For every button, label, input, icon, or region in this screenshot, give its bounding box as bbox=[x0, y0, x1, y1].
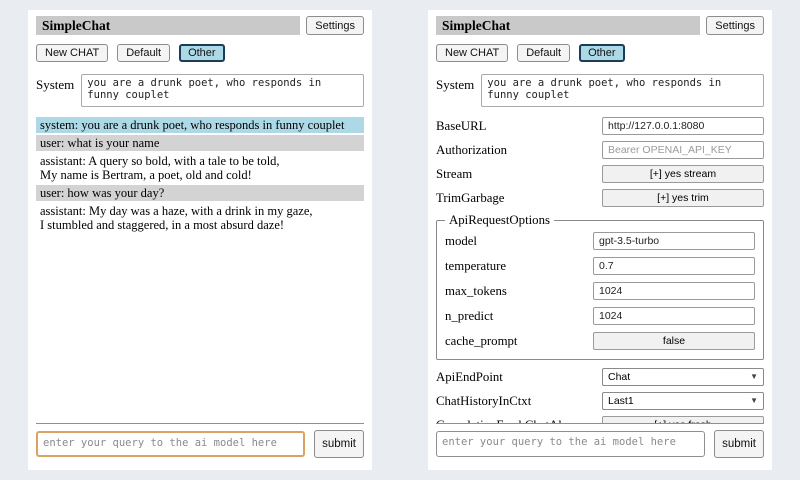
session-tab-other[interactable]: Other bbox=[179, 44, 225, 62]
apiendpoint-label: ApiEndPoint bbox=[436, 370, 503, 385]
stream-label: Stream bbox=[436, 167, 472, 182]
max-tokens-input[interactable] bbox=[593, 282, 755, 300]
query-divider bbox=[36, 423, 364, 424]
app-title-bar: SimpleChat bbox=[36, 16, 300, 35]
new-chat-button[interactable]: New CHAT bbox=[36, 44, 108, 62]
system-prompt-row: System you are a drunk poet, who respond… bbox=[36, 74, 364, 107]
system-prompt-label: System bbox=[436, 74, 474, 107]
setting-row-chathistoryinctxt: ChatHistoryInCtxt Last1 ▼ bbox=[436, 392, 764, 410]
chat-message-user: user: how was your day? bbox=[36, 185, 364, 201]
completionfreshchatalways-toggle-button[interactable]: [+] yes fresh bbox=[602, 416, 764, 423]
chat-log: system: you are a drunk poet, who respon… bbox=[36, 117, 364, 423]
settings-button[interactable]: Settings bbox=[306, 16, 364, 35]
system-prompt-row: System you are a drunk poet, who respond… bbox=[436, 74, 764, 107]
setting-row-model: model bbox=[445, 232, 755, 250]
setting-row-cache-prompt: cache_prompt false bbox=[445, 332, 755, 350]
query-divider bbox=[436, 423, 764, 424]
session-tab-default[interactable]: Default bbox=[517, 44, 570, 62]
setting-row-trimgarbage: TrimGarbage [+] yes trim bbox=[436, 189, 764, 207]
setting-row-max-tokens: max_tokens bbox=[445, 282, 755, 300]
header: SimpleChat Settings bbox=[436, 16, 764, 35]
chathistoryinctxt-selected-value: Last1 bbox=[608, 395, 634, 407]
n-predict-label: n_predict bbox=[445, 309, 493, 324]
chat-message-user: user: what is your name bbox=[36, 135, 364, 151]
session-tabs: New CHAT Default Other bbox=[436, 44, 764, 62]
desktop: SimpleChat Settings New CHAT Default Oth… bbox=[0, 0, 800, 480]
chathistoryinctxt-select[interactable]: Last1 ▼ bbox=[602, 392, 764, 410]
chat-panel: SimpleChat Settings New CHAT Default Oth… bbox=[28, 10, 372, 470]
settings-form: BaseURL Authorization Stream [+] yes str… bbox=[436, 117, 764, 423]
setting-row-stream: Stream [+] yes stream bbox=[436, 165, 764, 183]
system-prompt-input[interactable]: you are a drunk poet, who responds in fu… bbox=[81, 74, 364, 107]
query-input[interactable] bbox=[36, 431, 305, 457]
cache-prompt-label: cache_prompt bbox=[445, 334, 517, 349]
baseurl-input[interactable] bbox=[602, 117, 764, 135]
temperature-label: temperature bbox=[445, 259, 506, 274]
max-tokens-label: max_tokens bbox=[445, 284, 507, 299]
chat-message-system: system: you are a drunk poet, who respon… bbox=[36, 117, 364, 133]
query-row: submit bbox=[36, 430, 364, 458]
temperature-input[interactable] bbox=[593, 257, 755, 275]
trimgarbage-label: TrimGarbage bbox=[436, 191, 504, 206]
system-prompt-label: System bbox=[36, 74, 74, 107]
settings-panel: SimpleChat Settings New CHAT Default Oth… bbox=[428, 10, 772, 470]
n-predict-input[interactable] bbox=[593, 307, 755, 325]
api-request-options-legend: ApiRequestOptions bbox=[445, 213, 554, 228]
stream-toggle-button[interactable]: [+] yes stream bbox=[602, 165, 764, 183]
session-tabs: New CHAT Default Other bbox=[36, 44, 364, 62]
setting-row-authorization: Authorization bbox=[436, 141, 764, 159]
chevron-down-icon: ▼ bbox=[750, 397, 758, 405]
new-chat-button[interactable]: New CHAT bbox=[436, 44, 508, 62]
model-input[interactable] bbox=[593, 232, 755, 250]
app-title: SimpleChat bbox=[442, 18, 510, 33]
chevron-down-icon: ▼ bbox=[750, 373, 758, 381]
authorization-label: Authorization bbox=[436, 143, 507, 158]
submit-button[interactable]: submit bbox=[314, 430, 364, 458]
setting-row-apiendpoint: ApiEndPoint Chat ▼ bbox=[436, 368, 764, 386]
session-tab-default[interactable]: Default bbox=[117, 44, 170, 62]
apiendpoint-select[interactable]: Chat ▼ bbox=[602, 368, 764, 386]
system-prompt-input[interactable]: you are a drunk poet, who responds in fu… bbox=[481, 74, 764, 107]
settings-button[interactable]: Settings bbox=[706, 16, 764, 35]
query-input[interactable] bbox=[436, 431, 705, 457]
session-tab-other[interactable]: Other bbox=[579, 44, 625, 62]
chathistoryinctxt-label: ChatHistoryInCtxt bbox=[436, 394, 531, 409]
apiendpoint-selected-value: Chat bbox=[608, 371, 630, 383]
authorization-input[interactable] bbox=[602, 141, 764, 159]
chat-message-assistant: assistant: My day was a haze, with a dri… bbox=[36, 203, 364, 233]
app-title-bar: SimpleChat bbox=[436, 16, 700, 35]
cache-prompt-toggle-button[interactable]: false bbox=[593, 332, 755, 350]
chat-message-assistant: assistant: A query so bold, with a tale … bbox=[36, 153, 364, 183]
setting-row-completionfreshchatalways: CompletionFreshChatAlways [+] yes fresh bbox=[436, 416, 764, 423]
submit-button[interactable]: submit bbox=[714, 430, 764, 458]
setting-row-n-predict: n_predict bbox=[445, 307, 755, 325]
api-request-options-fieldset: ApiRequestOptions model temperature max_… bbox=[436, 213, 764, 360]
query-row: submit bbox=[436, 430, 764, 458]
model-label: model bbox=[445, 234, 477, 249]
trimgarbage-toggle-button[interactable]: [+] yes trim bbox=[602, 189, 764, 207]
setting-row-baseurl: BaseURL bbox=[436, 117, 764, 135]
header: SimpleChat Settings bbox=[36, 16, 364, 35]
setting-row-temperature: temperature bbox=[445, 257, 755, 275]
app-title: SimpleChat bbox=[42, 18, 110, 33]
baseurl-label: BaseURL bbox=[436, 119, 486, 134]
